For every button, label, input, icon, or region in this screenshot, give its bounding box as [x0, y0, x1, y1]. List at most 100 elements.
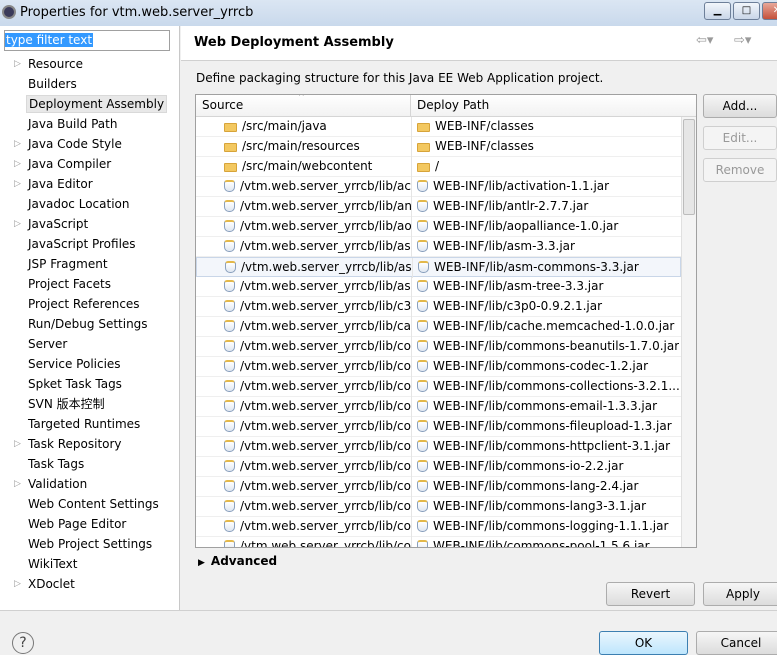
table-row[interactable]: /vtm.web.server_yrrcb/lib/commons-email-…: [196, 397, 681, 417]
jar-icon: [224, 200, 235, 212]
sidebar-item[interactable]: ▷ Java Code Style: [0, 135, 180, 155]
column-divider: [411, 157, 412, 177]
sidebar-item-label: Validation: [28, 477, 88, 491]
ok-button[interactable]: OK: [599, 631, 688, 655]
expand-arrow-icon[interactable]: ▷: [14, 55, 21, 73]
advanced-section-toggle[interactable]: ▶ Advanced: [198, 554, 277, 568]
scrollbar-thumb[interactable]: [683, 119, 695, 215]
sidebar-item[interactable]: ▷ Resource: [0, 55, 180, 75]
sidebar-item-label: Service Policies: [28, 357, 121, 371]
sidebar: type filter text ▷ Resource Builders Deploy…: [0, 26, 180, 610]
jar-icon: [418, 261, 429, 273]
source-cell: /vtm.web.server_yrrcb/lib/commons-loggin…: [224, 517, 411, 536]
sidebar-item[interactable]: SVN 版本控制: [0, 395, 180, 415]
forward-arrow-icon[interactable]: ⇨▾: [734, 33, 751, 48]
table-row[interactable]: /vtm.web.server_yrrcb/lib/asm-commons-3.…: [196, 257, 681, 278]
remove-button[interactable]: Remove: [703, 158, 777, 182]
sidebar-item[interactable]: Web Page Editor: [0, 515, 180, 535]
table-row[interactable]: /vtm.web.server_yrrcb/lib/c3p0-0.9.2.1.j…: [196, 297, 681, 317]
table-row[interactable]: /vtm.web.server_yrrcb/lib/commons-lang3-…: [196, 497, 681, 517]
sidebar-item[interactable]: Web Content Settings: [0, 495, 180, 515]
table-row[interactable]: /vtm.web.server_yrrcb/lib/commons-fileup…: [196, 417, 681, 437]
expand-arrow-icon[interactable]: ▷: [14, 435, 21, 453]
table-row[interactable]: /vtm.web.server_yrrcb/lib/commons-beanut…: [196, 337, 681, 357]
sidebar-item[interactable]: Deployment Assembly: [0, 95, 180, 115]
sidebar-item[interactable]: ▷ Task Repository: [0, 435, 180, 455]
sidebar-item-label: Deployment Assembly: [26, 95, 168, 113]
sidebar-item[interactable]: ▷ XDoclet: [0, 575, 180, 595]
sidebar-item-label: Web Page Editor: [28, 517, 127, 531]
sidebar-item[interactable]: Project Facets: [0, 275, 180, 295]
filter-input[interactable]: type filter text: [4, 30, 170, 51]
sidebar-item[interactable]: Javadoc Location: [0, 195, 180, 215]
minimize-button[interactable]: ▁: [704, 2, 731, 20]
column-divider: [411, 197, 412, 217]
cancel-button[interactable]: Cancel: [696, 631, 777, 655]
expand-arrow-icon[interactable]: ▷: [14, 215, 21, 233]
expand-arrow-icon[interactable]: ▷: [14, 175, 21, 193]
deploy-path-cell: WEB-INF/lib/commons-httpclient-3.1.jar: [417, 437, 679, 456]
sidebar-item[interactable]: Targeted Runtimes: [0, 415, 180, 435]
column-divider: [411, 457, 412, 477]
table-row[interactable]: /vtm.web.server_yrrcb/lib/aopalliance-1.…: [196, 217, 681, 237]
help-icon[interactable]: ?: [12, 632, 34, 654]
vertical-scrollbar[interactable]: [681, 117, 696, 547]
deploy-path-cell: WEB-INF/lib/commons-codec-1.2.jar: [417, 357, 679, 376]
jar-icon: [224, 520, 235, 532]
table-row[interactable]: /vtm.web.server_yrrcb/lib/commons-io-2.2…: [196, 457, 681, 477]
sidebar-item-label: Java Code Style: [28, 137, 122, 151]
sidebar-item[interactable]: Task Tags: [0, 455, 180, 475]
expand-arrow-icon[interactable]: ▷: [14, 135, 21, 153]
deploy-path-cell: WEB-INF/lib/asm-tree-3.3.jar: [417, 277, 679, 296]
sidebar-item[interactable]: ▷ Java Compiler: [0, 155, 180, 175]
edit-button[interactable]: Edit...: [703, 126, 777, 150]
column-divider: [411, 117, 412, 137]
sidebar-item[interactable]: ▷ Validation: [0, 475, 180, 495]
column-header-deploy-path[interactable]: Deploy Path: [411, 95, 696, 117]
expand-arrow-icon[interactable]: ▷: [14, 575, 21, 593]
sidebar-item[interactable]: Project References: [0, 295, 180, 315]
deploy-path-cell: WEB-INF/classes: [417, 117, 679, 136]
sidebar-item[interactable]: ▷ JavaScript: [0, 215, 180, 235]
add-button[interactable]: Add...: [703, 94, 777, 118]
column-divider: [411, 137, 412, 157]
expand-arrow-icon[interactable]: ▷: [14, 475, 21, 493]
table-row[interactable]: /vtm.web.server_yrrcb/lib/asm-3.3.jar WEB…: [196, 237, 681, 257]
close-button[interactable]: ✕: [762, 2, 777, 20]
table-row[interactable]: /vtm.web.server_yrrcb/lib/commons-lang-2…: [196, 477, 681, 497]
sidebar-item[interactable]: Server: [0, 335, 180, 355]
sidebar-item[interactable]: Builders: [0, 75, 180, 95]
table-row[interactable]: /vtm.web.server_yrrcb/lib/cache.memcache…: [196, 317, 681, 337]
table-row[interactable]: /vtm.web.server_yrrcb/lib/commons-pool-1…: [196, 537, 681, 547]
deploy-path-cell: WEB-INF/lib/cache.memcached-1.0.0.jar: [417, 317, 679, 336]
table-row[interactable]: /vtm.web.server_yrrcb/lib/commons-httpcl…: [196, 437, 681, 457]
table-row[interactable]: /vtm.web.server_yrrcb/lib/antlr-2.7.7.ja…: [196, 197, 681, 217]
table-row[interactable]: /vtm.web.server_yrrcb/lib/asm-tree-3.3.j…: [196, 277, 681, 297]
jar-icon: [417, 280, 428, 292]
deploy-path-cell: WEB-INF/lib/asm-commons-3.3.jar: [418, 258, 680, 277]
table-row[interactable]: /vtm.web.server_yrrcb/lib/activation-1.1…: [196, 177, 681, 197]
table-row[interactable]: /src/main/webcontent /: [196, 157, 681, 177]
sidebar-item[interactable]: Java Build Path: [0, 115, 180, 135]
table-row[interactable]: /src/main/resources WEB-INF/classes: [196, 137, 681, 157]
back-arrow-icon[interactable]: ⇦▾: [696, 33, 713, 48]
sidebar-item[interactable]: WikiText: [0, 555, 180, 575]
sidebar-item[interactable]: ▷ Java Editor: [0, 175, 180, 195]
table-row[interactable]: /vtm.web.server_yrrcb/lib/commons-loggin…: [196, 517, 681, 537]
jar-icon: [417, 500, 428, 512]
sidebar-item[interactable]: Run/Debug Settings: [0, 315, 180, 335]
jar-icon: [224, 180, 235, 192]
sidebar-item[interactable]: Service Policies: [0, 355, 180, 375]
apply-button[interactable]: Apply: [703, 582, 777, 606]
revert-button[interactable]: Revert: [606, 582, 695, 606]
table-row[interactable]: /src/main/java WEB-INF/classes: [196, 117, 681, 137]
sidebar-item[interactable]: JSP Fragment: [0, 255, 180, 275]
maximize-button[interactable]: □: [733, 2, 760, 20]
table-row[interactable]: /vtm.web.server_yrrcb/lib/commons-codec-…: [196, 357, 681, 377]
deploy-path-cell: WEB-INF/classes: [417, 137, 679, 156]
table-row[interactable]: /vtm.web.server_yrrcb/lib/commons-collec…: [196, 377, 681, 397]
sidebar-item[interactable]: JavaScript Profiles: [0, 235, 180, 255]
expand-arrow-icon[interactable]: ▷: [14, 155, 21, 173]
sidebar-item[interactable]: Web Project Settings: [0, 535, 180, 555]
sidebar-item[interactable]: Spket Task Tags: [0, 375, 180, 395]
